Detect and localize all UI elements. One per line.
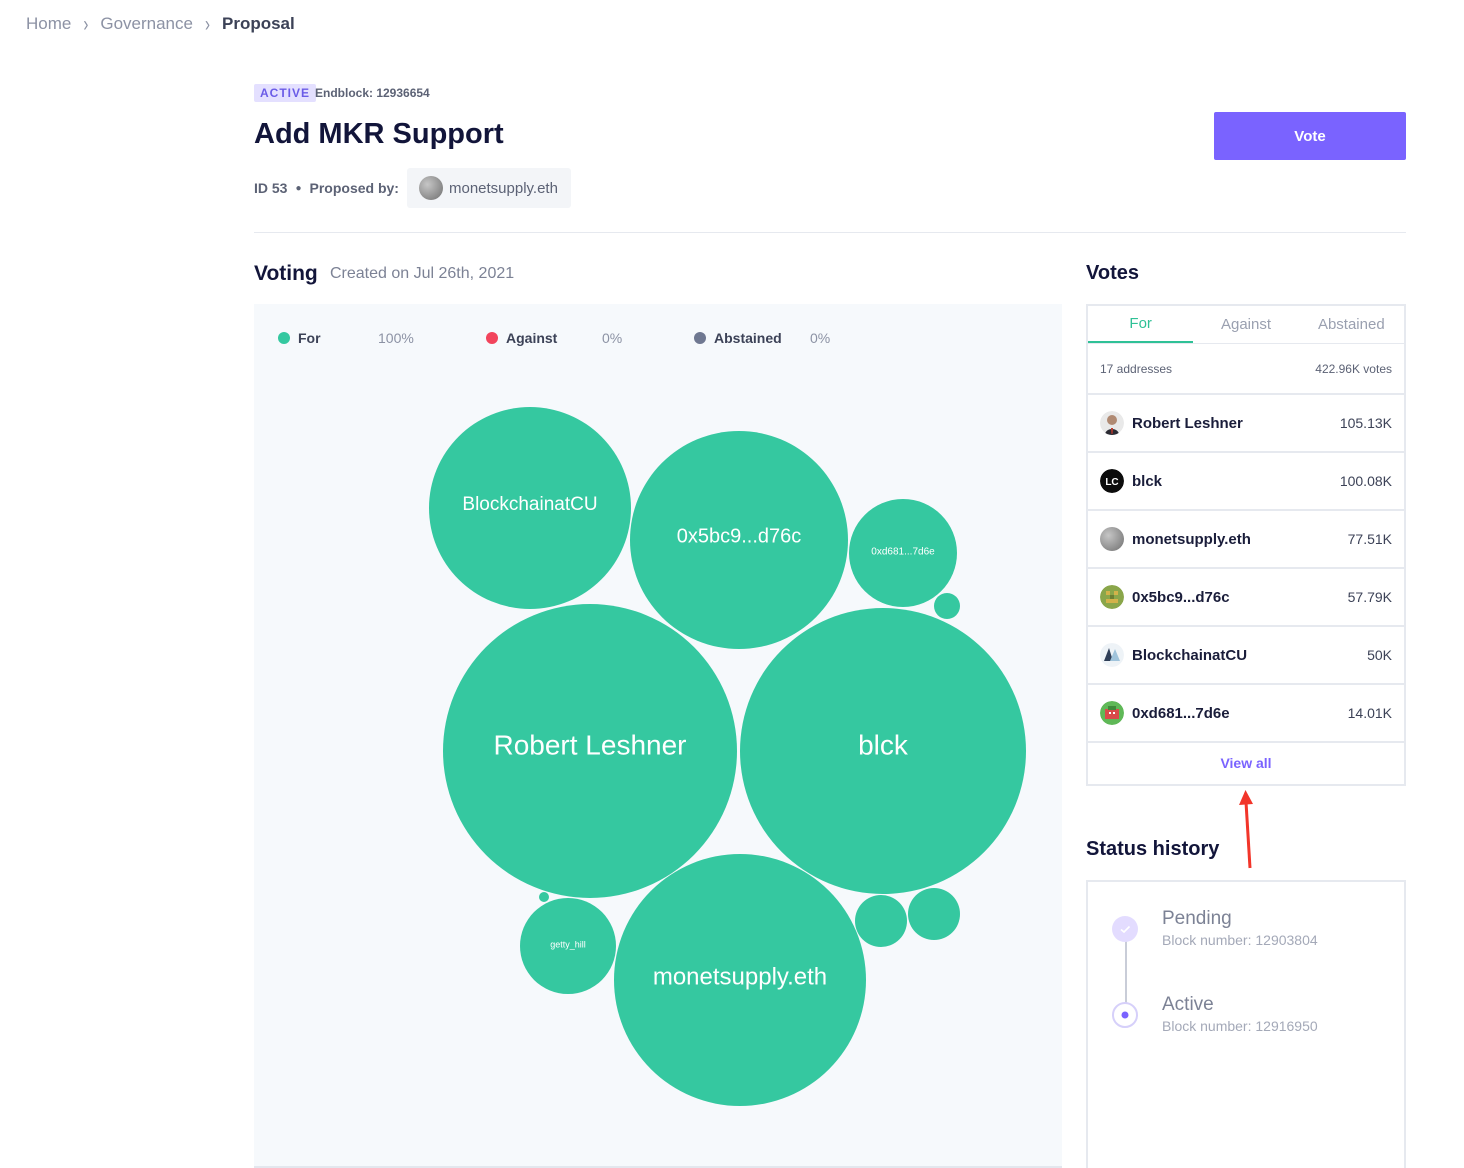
proposal-id: ID 53 [254,180,288,196]
bubble-tiny[interactable] [539,892,549,902]
voting-created-date: Created on Jul 26th, 2021 [330,265,515,282]
voter-name: monetsupply.eth [1132,530,1251,548]
proposed-by-label: Proposed by: [309,180,399,196]
bubble-getty-hill[interactable]: getty_hill [520,898,616,994]
status-history-heading: Status history [1086,838,1220,860]
avatar [418,176,443,200]
breadcrumb-governance[interactable]: Governance [100,14,193,34]
voter-name: 0x5bc9...d76c [1132,588,1230,606]
bubble-label: blck [858,729,909,760]
bubble-robert-leshner[interactable]: Robert Leshner [443,604,737,898]
list-item[interactable]: Robert Leshner 105.13K [1088,395,1404,453]
cu-logo-icon [1100,643,1124,667]
blck-logo-icon: LC [1100,469,1124,493]
active-dot-icon [1112,1002,1138,1028]
voter-amount: 14.01K [1347,705,1392,721]
votes-summary: 17 addresses 422.96K votes [1088,344,1404,395]
proposer-name: monetsupply.eth [448,179,558,197]
view-all-link[interactable]: View all [1088,743,1404,783]
bubble-0x5bc9[interactable]: 0x5bc9...d76c [630,431,848,649]
vote-button[interactable]: Vote [1214,112,1406,160]
voting-heading: Voting [254,262,318,285]
status-block: Block number: 12916950 [1162,1018,1318,1034]
votes-tabs: For Against Abstained [1088,306,1404,344]
svg-text:LC: LC [1105,477,1118,488]
tab-for[interactable]: For [1088,306,1194,343]
bubble-label: BlockchainatCU [462,494,597,515]
divider [254,232,1406,233]
list-item[interactable]: 0xd681...7d6e 14.01K [1088,685,1404,743]
voter-amount: 57.79K [1347,589,1392,605]
bubble-monetsupply[interactable]: monetsupply.eth [614,854,866,1106]
gray-avatar-icon [1100,527,1124,551]
list-item[interactable]: 0x5bc9...d76c 57.79K [1088,569,1404,627]
breadcrumb: Home › Governance › Proposal [26,12,295,36]
votes-panel: For Against Abstained 17 addresses 422.9… [1086,304,1406,786]
voter-amount: 77.51K [1347,531,1392,547]
person-avatar-icon [1100,411,1124,435]
breadcrumb-home[interactable]: Home [26,14,71,34]
dot-separator: ● [295,182,302,194]
list-item[interactable]: monetsupply.eth 77.51K [1088,511,1404,569]
status-history-panel: Pending Block number: 12903804 Active Bl… [1086,880,1406,1168]
bubble-small[interactable] [855,895,907,947]
page-title: Add MKR Support [254,118,504,150]
total-votes: 422.96K votes [1315,361,1392,376]
voting-bubble-chart: For 100% Against 0% Abstained 0% Blockch… [254,304,1062,1168]
address-count: 17 addresses [1100,361,1173,376]
voter-amount: 50K [1367,647,1392,663]
bubble-label: 0x5bc9...d76c [677,525,802,547]
chevron-right-icon: › [83,12,89,36]
voter-amount: 105.13K [1339,415,1392,431]
bubble-label: 0xd681...7d6e [871,547,935,558]
bubble-small[interactable] [908,888,960,940]
endblock-label: Endblock: 12936654 [315,86,430,100]
breadcrumb-proposal: Proposal [221,14,295,33]
voter-name: blck [1132,472,1163,490]
bubble-svg: BlockchainatCU 0x5bc9...d76c 0xd681...7d… [429,407,1026,1106]
status-name: Active [1162,994,1214,1015]
bubble-small[interactable] [934,593,960,619]
pixel-avatar-red-icon [1100,701,1124,725]
status-block: Block number: 12903804 [1162,932,1318,948]
annotation-arrow-icon [1239,790,1253,869]
bubble-label: Robert Leshner [493,729,686,760]
votes-heading: Votes [1086,262,1139,284]
tab-against[interactable]: Against [1193,306,1298,343]
bubble-label: getty_hill [550,939,586,949]
check-icon [1112,916,1138,942]
list-item[interactable]: BlockchainatCU 50K [1088,627,1404,685]
voter-amount: 100.08K [1339,473,1392,489]
bubble-blockchainatcu[interactable]: BlockchainatCU [429,407,631,609]
chevron-right-icon: › [204,12,210,36]
status-badge: ACTIVE [254,84,317,102]
tab-abstained[interactable]: Abstained [1299,306,1404,343]
list-item[interactable]: LC blck 100.08K [1088,453,1404,511]
voter-name: BlockchainatCU [1132,646,1248,664]
proposal-meta: ID 53 ● Proposed by: monetsupply.eth [254,168,571,208]
bubble-blck[interactable]: blck [740,608,1026,894]
proposer-chip[interactable]: monetsupply.eth [406,168,571,208]
voter-name: 0xd681...7d6e [1132,704,1230,722]
bubble-label: monetsupply.eth [653,963,827,990]
status-name: Pending [1162,908,1232,929]
voter-name: Robert Leshner [1132,414,1243,432]
bubble-0xd681[interactable]: 0xd681...7d6e [849,499,957,607]
pixel-avatar-icon [1100,585,1124,609]
